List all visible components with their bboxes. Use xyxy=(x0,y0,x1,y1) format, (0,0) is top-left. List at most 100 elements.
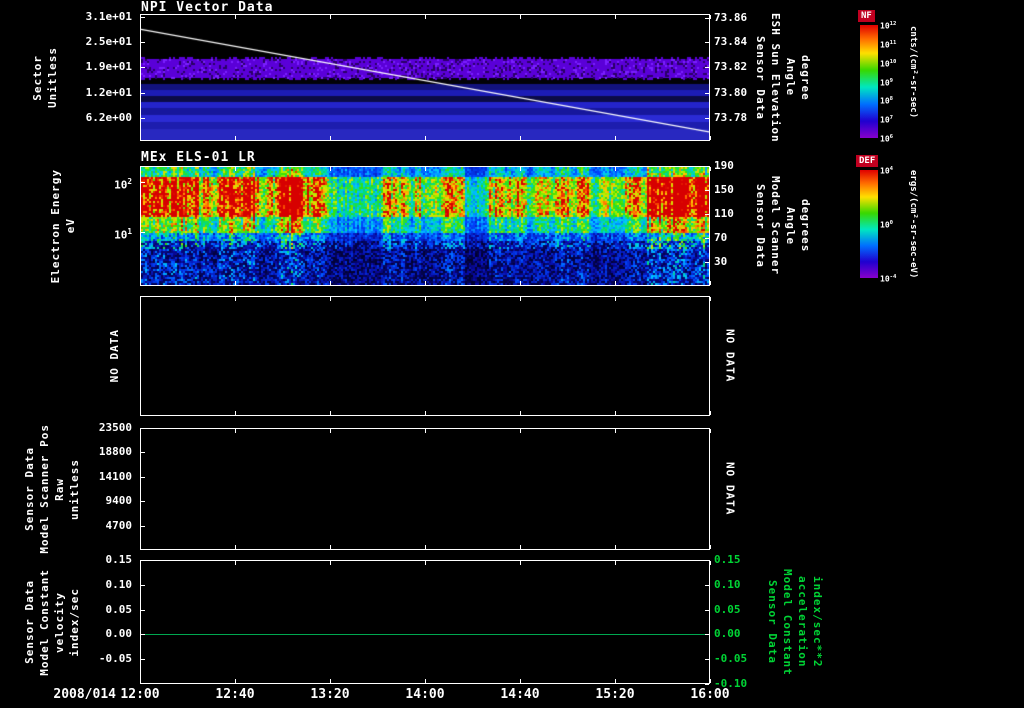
p5-y-tick xyxy=(141,610,145,611)
p5-right-tick-label: 0.05 xyxy=(714,602,741,616)
p1-y-tick xyxy=(705,42,709,43)
p5-y-tick xyxy=(141,659,145,660)
p2-y-tick xyxy=(705,214,709,215)
p1-x-tick xyxy=(615,15,616,19)
p1-right-axis-title: Sensor Data ESH Sun Elevation Angle degree xyxy=(754,12,812,143)
p4-left-axis-title-line: unitless xyxy=(68,458,81,520)
p1-y-tick xyxy=(705,93,709,94)
p5-x-tick xyxy=(140,561,141,565)
velocity-zero-line xyxy=(141,634,709,635)
p2-x-tick xyxy=(615,281,616,285)
els-spectrogram xyxy=(141,167,709,285)
p2-x-tick xyxy=(520,167,521,171)
p4-y-tick xyxy=(141,501,145,502)
p1-y-tick xyxy=(141,17,145,18)
p5-right-axis-title-line: Sensor Data xyxy=(766,580,779,664)
p5-y-tick xyxy=(141,634,145,635)
panel-npi-vector-data xyxy=(140,14,710,141)
def-colorbar-name: DEF xyxy=(856,155,879,167)
p2-x-tick xyxy=(520,281,521,285)
p5-right-axis-title-line: Model Constant xyxy=(781,568,794,676)
panel-no-data xyxy=(140,296,710,416)
p1-x-tick xyxy=(520,136,521,140)
p1-x-tick xyxy=(710,15,711,19)
p1-y-tick xyxy=(141,93,145,94)
p2-right-axis-title-line: degrees xyxy=(799,199,812,253)
def-colorbar-tick-label: 100 xyxy=(880,220,894,230)
p3-x-tick xyxy=(425,297,426,301)
p3-left-no-data-label-line: NO DATA xyxy=(107,329,121,383)
p3-x-tick xyxy=(615,411,616,415)
p5-right-tick-label: 0.00 xyxy=(714,627,741,641)
p2-x-tick xyxy=(330,167,331,171)
p3-x-tick xyxy=(425,411,426,415)
p3-left-no-data-label: NO DATA xyxy=(106,296,122,416)
p2-y-tick xyxy=(141,182,145,183)
panel-scanner-pos xyxy=(140,428,710,550)
p1-right-axis-title-line: Sensor Data xyxy=(754,35,767,120)
p2-x-tick xyxy=(235,167,236,171)
p2-y-tick xyxy=(141,232,145,233)
p5-x-tick xyxy=(235,561,236,565)
p4-x-tick xyxy=(425,545,426,549)
p3-x-tick xyxy=(615,297,616,301)
p1-left-tick-label: 2.5e+01 xyxy=(85,34,132,48)
p5-left-axis-title: Sensor Data Model Constant velocity index/s… xyxy=(22,560,82,684)
p5-x-tick xyxy=(330,679,331,683)
npi-spectrogram xyxy=(141,15,709,140)
p4-x-tick xyxy=(710,429,711,433)
p1-right-axis-title-line: ESH Sun Elevation xyxy=(769,12,782,143)
p4-y-tick xyxy=(141,526,145,527)
nf-colorbar-tick-label: 1012 xyxy=(880,21,897,31)
p1-left-tick-label: 1.2e+01 xyxy=(85,85,132,99)
nf-colorbar-tick-label: 1011 xyxy=(880,39,897,50)
p2-x-tick xyxy=(330,281,331,285)
p3-x-tick xyxy=(520,411,521,415)
def-colorbar-tick-label: 104 xyxy=(880,166,894,176)
p2-x-tick xyxy=(425,167,426,171)
nf-colorbar-tick-label: 109 xyxy=(880,77,894,88)
p5-x-tick xyxy=(140,679,141,683)
p1-y-tick xyxy=(141,42,145,43)
nf-colorbar xyxy=(860,25,878,138)
x-axis-tick-label: 14:00 xyxy=(405,687,445,702)
p3-x-tick xyxy=(710,297,711,301)
p5-x-tick xyxy=(710,561,711,565)
p1-x-tick xyxy=(425,136,426,140)
p1-left-axis-title: Sector Unitless xyxy=(30,14,60,141)
p1-x-tick xyxy=(330,136,331,140)
p4-y-tick xyxy=(141,452,145,453)
date-label: 2008/014 xyxy=(53,687,116,702)
x-axis-tick-label: 13:20 xyxy=(310,687,350,702)
p2-left-axis-title-line: eV xyxy=(64,218,77,234)
p3-x-tick xyxy=(235,411,236,415)
p1-y-tick xyxy=(705,118,709,119)
p5-left-axis-title-line: Model Constant xyxy=(38,568,51,676)
p5-y-tick xyxy=(705,560,709,561)
p4-y-tick xyxy=(141,428,145,429)
p1-right-axis-title-line: Angle xyxy=(784,58,797,97)
panel-els-spectrogram xyxy=(140,166,710,286)
p5-y-tick xyxy=(705,634,709,635)
p1-left-tick-label: 1.9e+01 xyxy=(85,60,132,74)
p1-x-tick xyxy=(235,136,236,140)
p5-right-tick-label: -0.05 xyxy=(714,652,748,666)
p5-right-axis-title: Sensor Data Model Constant acceleration ind… xyxy=(766,560,824,684)
p4-x-tick xyxy=(520,429,521,433)
x-axis-tick-label: 15:20 xyxy=(595,687,635,702)
p5-x-tick xyxy=(235,679,236,683)
p4-x-tick xyxy=(235,545,236,549)
p2-right-axis-title-line: Angle xyxy=(784,206,797,246)
p3-x-tick xyxy=(710,411,711,415)
p3-x-tick xyxy=(140,297,141,301)
p4-x-tick xyxy=(425,429,426,433)
nf-colorbar-name: NF xyxy=(858,10,875,22)
p4-x-tick xyxy=(520,545,521,549)
p5-x-tick xyxy=(615,679,616,683)
nf-colorbar-tick-label: 106 xyxy=(880,134,894,144)
x-axis-tick-label: 12:00 xyxy=(120,687,160,702)
p4-left-axis-title-line: Raw xyxy=(53,477,66,501)
p1-x-tick xyxy=(140,136,141,140)
p4-y-tick xyxy=(141,477,145,478)
p3-x-tick xyxy=(140,411,141,415)
